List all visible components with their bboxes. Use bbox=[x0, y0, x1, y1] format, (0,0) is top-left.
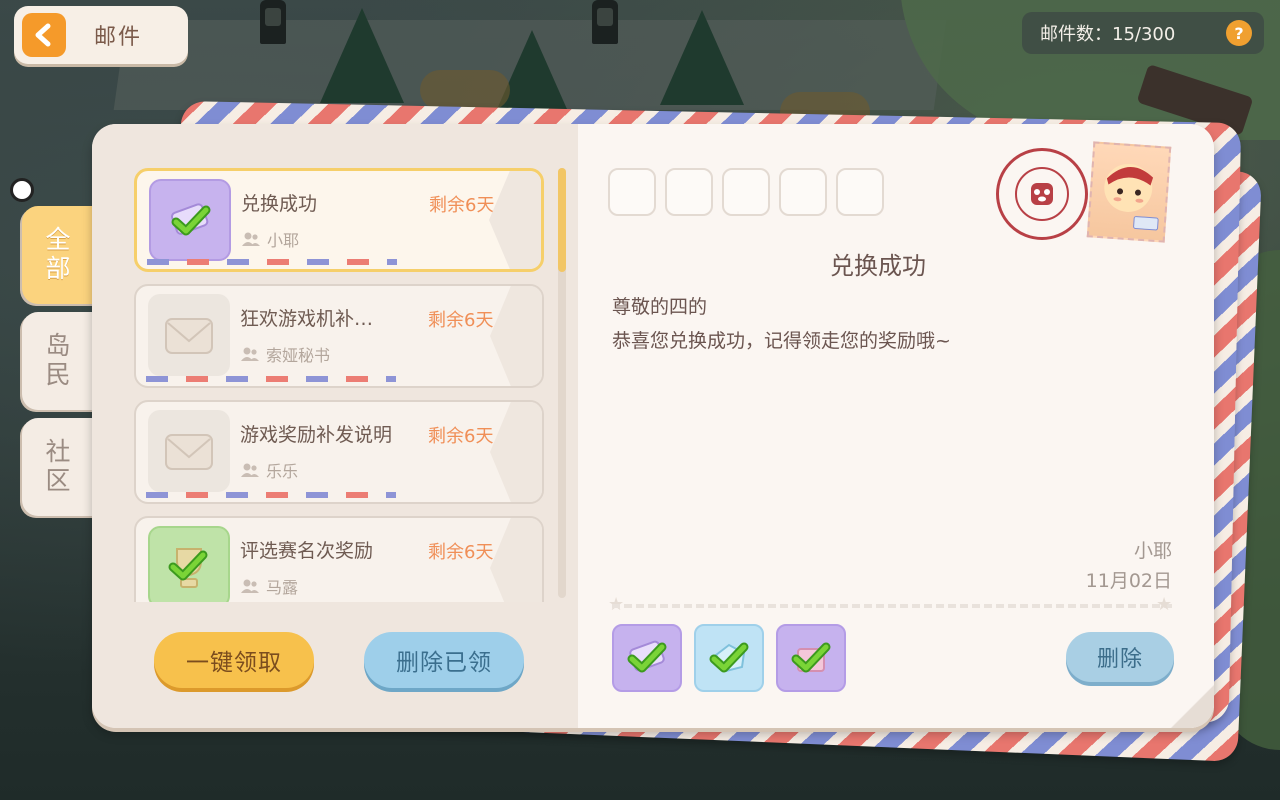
mail-title: 狂欢游戏机补… bbox=[240, 308, 374, 330]
floating-dot[interactable] bbox=[10, 178, 34, 202]
mail-sender: 小耶 bbox=[241, 227, 299, 251]
reward-gift-icon[interactable] bbox=[776, 624, 846, 692]
mail-remaining: 剩余6天 bbox=[429, 195, 495, 216]
mail-title: 评选赛名次奖励 bbox=[240, 540, 374, 562]
postmark-icon bbox=[996, 148, 1088, 240]
mail-remaining: 剩余6天 bbox=[428, 310, 494, 331]
tab-community[interactable]: 社 区 bbox=[22, 418, 94, 516]
mail-title: 兑换成功 bbox=[241, 193, 318, 215]
envelope-icon bbox=[148, 294, 230, 376]
tab-islanders[interactable]: 岛 民 bbox=[22, 312, 94, 410]
mail-sender: 马露 bbox=[240, 574, 298, 598]
mail-panel: 兑换成功 小耶 剩余6天 狂欢游戏机补… 索娅秘书 剩余6天 游戏奖励补发说明 … bbox=[92, 124, 1214, 728]
mail-sender-name: 马露 bbox=[266, 578, 299, 597]
airmail-stripe bbox=[146, 376, 396, 382]
envelope-flap bbox=[489, 171, 541, 269]
person-icon bbox=[241, 463, 259, 477]
claim-all-button[interactable]: 一键领取 bbox=[154, 632, 314, 688]
envelope-flap bbox=[490, 518, 542, 602]
mail-remaining: 剩余6天 bbox=[428, 542, 494, 563]
envelope-icon bbox=[148, 410, 230, 492]
stamp-icon bbox=[1086, 141, 1172, 243]
stamp-slot bbox=[779, 168, 827, 216]
tab-label: 社 bbox=[45, 437, 71, 467]
flowerbed bbox=[420, 70, 510, 110]
help-icon[interactable]: ? bbox=[1226, 20, 1252, 46]
star-icon: ★ bbox=[1156, 594, 1173, 615]
tree-icon bbox=[660, 10, 744, 105]
back-arrow-icon bbox=[22, 13, 66, 57]
mail-list[interactable]: 兑换成功 小耶 剩余6天 狂欢游戏机补… 索娅秘书 剩余6天 游戏奖励补发说明 … bbox=[132, 168, 546, 602]
mail-item[interactable]: 狂欢游戏机补… 索娅秘书 剩余6天 bbox=[134, 284, 544, 388]
envelope-flap bbox=[490, 402, 542, 502]
stamp-slot bbox=[608, 168, 656, 216]
tab-label: 岛 bbox=[45, 331, 71, 361]
scroll-thumb[interactable] bbox=[558, 168, 566, 272]
tab-label: 民 bbox=[45, 360, 71, 389]
tab-label: 全 bbox=[45, 225, 71, 255]
tree-icon bbox=[320, 8, 404, 103]
airmail-stripe bbox=[147, 259, 397, 265]
mail-item[interactable]: 评选赛名次奖励 马露 剩余6天 bbox=[134, 516, 544, 602]
lamp-icon bbox=[592, 0, 618, 44]
envelope-flap bbox=[490, 286, 542, 386]
letter-title: 兑换成功 bbox=[830, 252, 926, 280]
page-title: 邮件 bbox=[94, 25, 143, 50]
delete-claimed-button[interactable]: 删除已领 bbox=[364, 632, 524, 688]
mail-remaining: 剩余6天 bbox=[428, 426, 494, 447]
mail-item[interactable]: 兑换成功 小耶 剩余6天 bbox=[134, 168, 544, 272]
mail-sender: 乐乐 bbox=[240, 458, 298, 482]
person-icon bbox=[241, 579, 259, 593]
letter-sender: 小耶 bbox=[1133, 540, 1172, 562]
delete-button[interactable]: 删除 bbox=[1066, 632, 1174, 682]
stamp-slot bbox=[665, 168, 713, 216]
mail-sender-name: 乐乐 bbox=[266, 462, 299, 481]
tab-all[interactable]: 全 部 bbox=[22, 206, 94, 304]
airmail-stripe bbox=[146, 492, 396, 498]
mail-list-pane: 兑换成功 小耶 剩余6天 狂欢游戏机补… 索娅秘书 剩余6天 游戏奖励补发说明 … bbox=[92, 124, 578, 728]
reward-coupon-icon[interactable] bbox=[612, 624, 682, 692]
back-button[interactable]: 邮件 bbox=[14, 6, 188, 64]
tab-label: 区 bbox=[45, 466, 71, 495]
mail-list-scrollbar[interactable] bbox=[558, 168, 566, 598]
mail-title: 游戏奖励补发说明 bbox=[240, 424, 393, 446]
mail-item[interactable]: 游戏奖励补发说明 乐乐 剩余6天 bbox=[134, 400, 544, 504]
person-icon bbox=[242, 232, 260, 246]
divider bbox=[612, 604, 1172, 608]
coupon-icon bbox=[149, 179, 231, 261]
lamp-icon bbox=[260, 0, 286, 44]
tab-label: 部 bbox=[45, 254, 71, 283]
page-curl bbox=[1168, 682, 1214, 728]
mail-count-label: 邮件数：15/300 bbox=[1040, 24, 1176, 45]
letter-body: 恭喜您兑换成功，记得领走您的奖励哦~ bbox=[612, 330, 951, 352]
reward-crystal-icon[interactable] bbox=[694, 624, 764, 692]
mail-sender: 索娅秘书 bbox=[240, 342, 330, 366]
mail-sender-name: 小耶 bbox=[267, 231, 300, 250]
person-icon bbox=[241, 347, 259, 361]
stamp-slot bbox=[722, 168, 770, 216]
trophy-icon bbox=[148, 526, 230, 602]
mail-sender-name: 索娅秘书 bbox=[266, 346, 331, 365]
letter-date: 11月02日 bbox=[1085, 570, 1172, 592]
stamp-slot bbox=[836, 168, 884, 216]
mail-count-badge: 邮件数：15/300 ? bbox=[1022, 12, 1264, 54]
letter-pane: 兑换成功 尊敬的四的 恭喜您兑换成功，记得领走您的奖励哦~ 小耶 11月02日 … bbox=[578, 124, 1214, 728]
letter-greeting: 尊敬的四的 bbox=[612, 296, 708, 318]
